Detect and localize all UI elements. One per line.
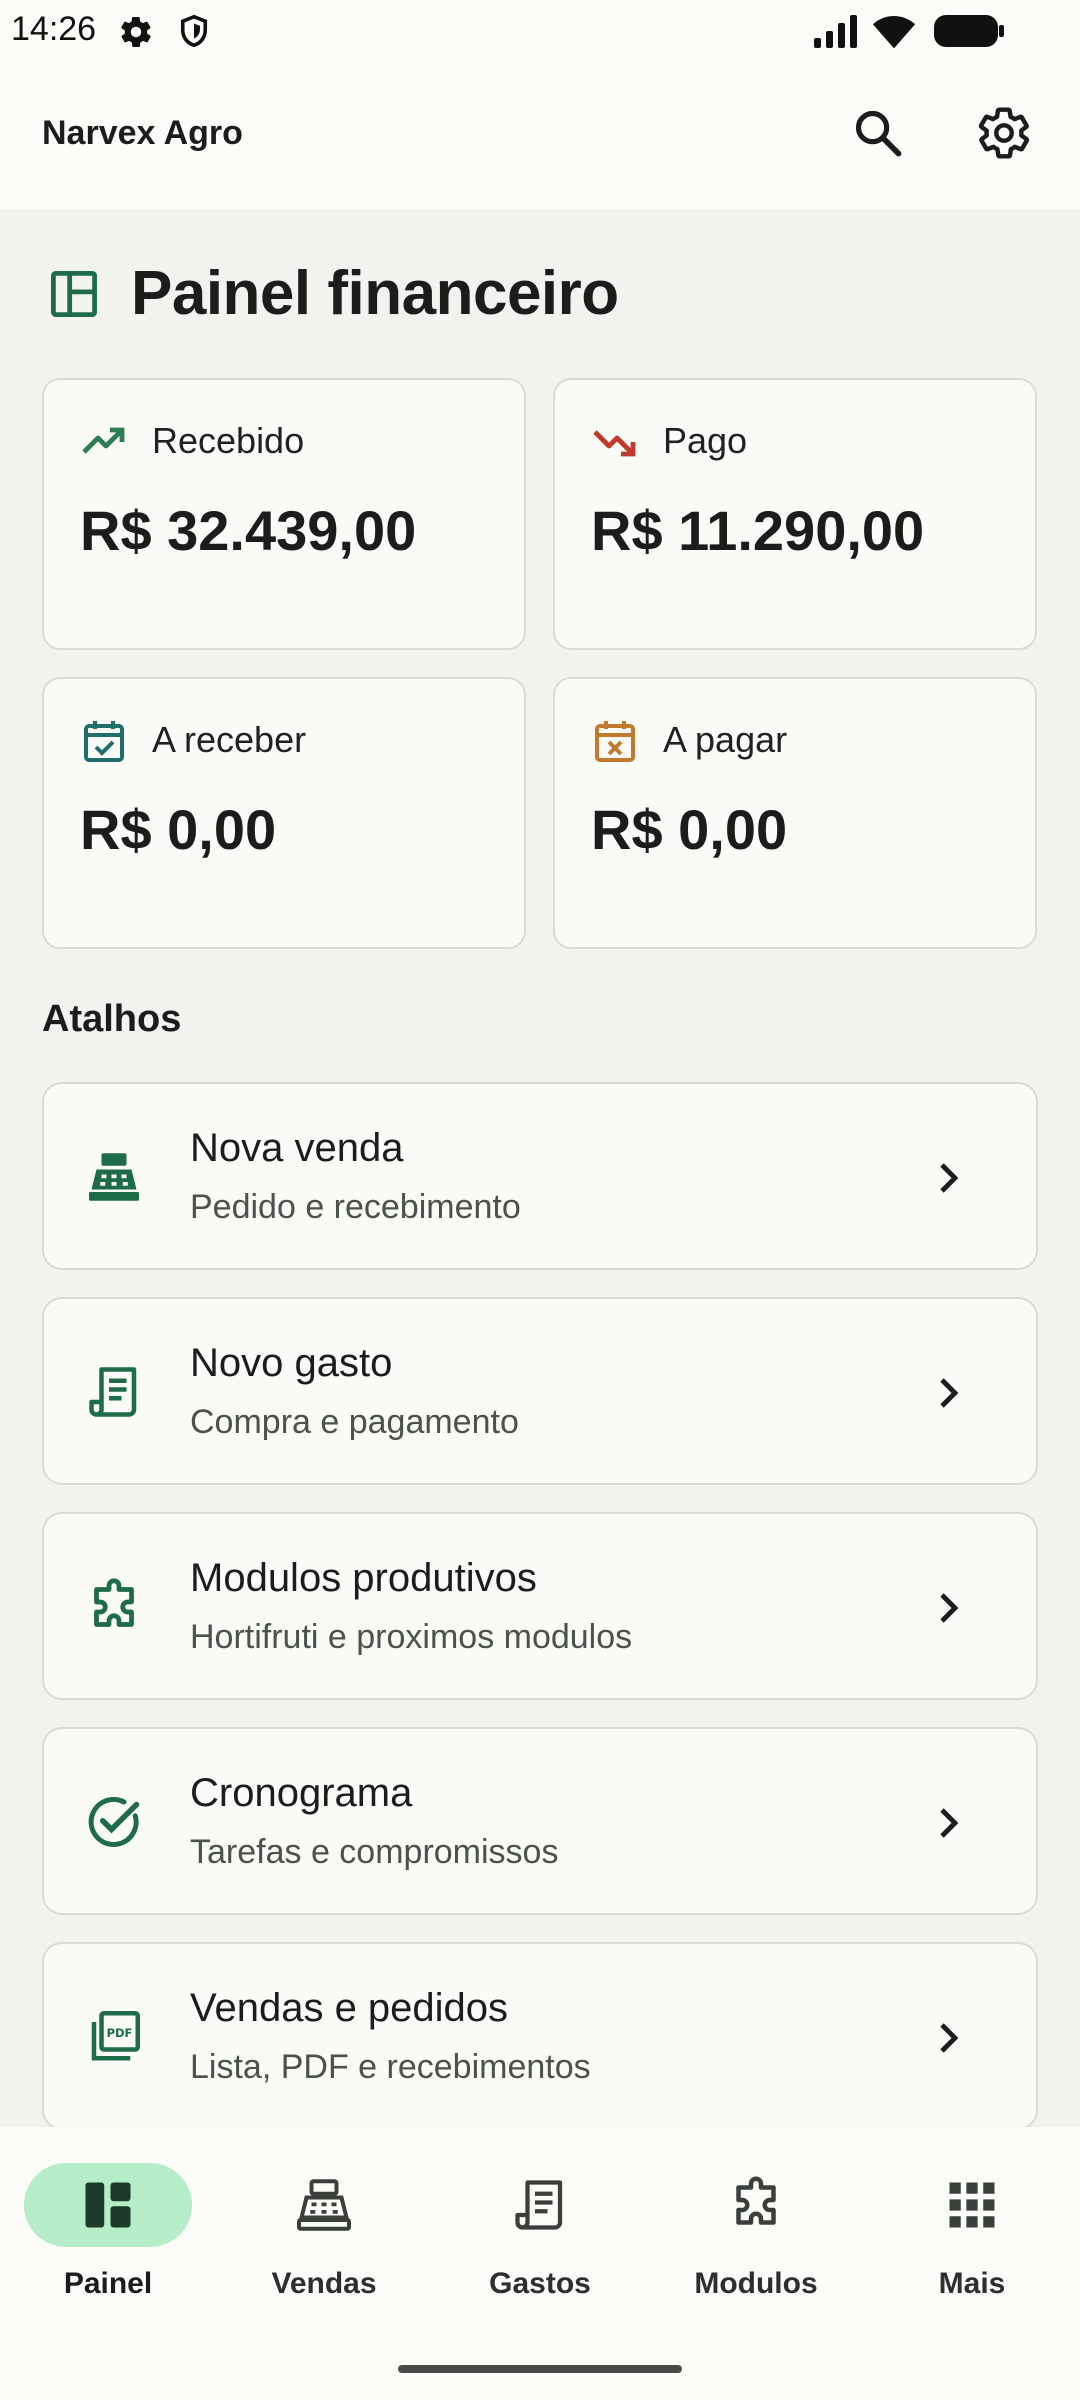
- chevron-right-icon: [940, 1378, 959, 1408]
- signal-icon: [814, 15, 857, 48]
- shortcut-title: Vendas e pedidos: [190, 1986, 509, 2030]
- chevron-right-icon: [940, 1593, 959, 1623]
- shortcut-cronograma[interactable]: Cronograma Tarefas e compromissos: [42, 1727, 1038, 1915]
- chevron-right-icon: [940, 2023, 959, 2053]
- chevron-right-icon: [940, 1808, 959, 1838]
- shortcuts-list: Nova venda Pedido e recebimento Novo gas…: [0, 209, 1080, 2127]
- check-circle-icon: [88, 1796, 140, 1847]
- nav-item-gastos[interactable]: Gastos: [440, 2163, 640, 2313]
- bottom-navigation: Painel Vendas Gastos Modulos Mais: [0, 2127, 1080, 2400]
- nav-label: Mais: [938, 2267, 1006, 2300]
- cash-register-icon: [89, 1153, 139, 1201]
- shortcut-nova-venda[interactable]: Nova venda Pedido e recebimento: [42, 1082, 1038, 1270]
- nav-label: Painel: [63, 2267, 153, 2300]
- home-indicator[interactable]: [398, 2365, 682, 2373]
- shortcut-modulos-produtivos[interactable]: Modulos produtivos Hortifruti e proximos…: [42, 1512, 1038, 1700]
- settings-gear-icon: [121, 16, 151, 47]
- shortcut-subtitle: Hortifruti e proximos modulos: [190, 1618, 633, 1656]
- shield-icon: [180, 14, 208, 48]
- puzzle-icon: [736, 2176, 776, 2225]
- receipt-icon: [89, 1367, 137, 1417]
- puzzle-icon: [94, 1578, 134, 1627]
- shortcut-subtitle: Compra e pagamento: [190, 1403, 519, 1441]
- nav-item-modulos[interactable]: Modulos: [656, 2163, 856, 2313]
- shortcut-title: Novo gasto: [190, 1341, 393, 1385]
- pdf-icon: PDF: [91, 2011, 140, 2061]
- status-time: 14:26: [11, 10, 97, 48]
- app-title: Narvex Agro: [42, 114, 243, 152]
- search-icon[interactable]: [852, 107, 904, 159]
- nav-label: Vendas: [271, 2267, 377, 2300]
- wifi-icon: [872, 15, 916, 49]
- shortcut-title: Modulos produtivos: [190, 1556, 537, 1600]
- nav-item-painel[interactable]: Painel: [8, 2163, 208, 2313]
- receipt-icon: [515, 2180, 563, 2230]
- chevron-right-icon: [940, 1163, 959, 1193]
- shortcut-subtitle: Tarefas e compromissos: [190, 1833, 559, 1871]
- shortcut-subtitle: Pedido e recebimento: [190, 1188, 521, 1226]
- app-bar: Narvex Agro: [0, 64, 1080, 209]
- dashboard-icon: [85, 2182, 131, 2228]
- shortcut-vendas-e-pedidos[interactable]: PDF Vendas e pedidos Lista, PDF e recebi…: [42, 1942, 1038, 2127]
- shortcut-subtitle: Lista, PDF e recebimentos: [190, 2048, 591, 2086]
- nav-item-mais[interactable]: Mais: [872, 2163, 1072, 2313]
- battery-icon: [934, 15, 1004, 47]
- shortcut-title: Nova venda: [190, 1126, 404, 1170]
- status-bar: 14:26: [0, 0, 1080, 64]
- shortcut-title: Cronograma: [190, 1771, 413, 1815]
- cash-register-icon: [297, 2179, 351, 2231]
- svg-text:PDF: PDF: [107, 2026, 133, 2040]
- gear-icon[interactable]: [976, 105, 1032, 161]
- shortcut-novo-gasto[interactable]: Novo gasto Compra e pagamento: [42, 1297, 1038, 1485]
- nav-label: Gastos: [489, 2267, 591, 2300]
- nav-item-vendas[interactable]: Vendas: [224, 2163, 424, 2313]
- apps-grid-icon: [949, 2182, 995, 2228]
- nav-label: Modulos: [694, 2267, 818, 2300]
